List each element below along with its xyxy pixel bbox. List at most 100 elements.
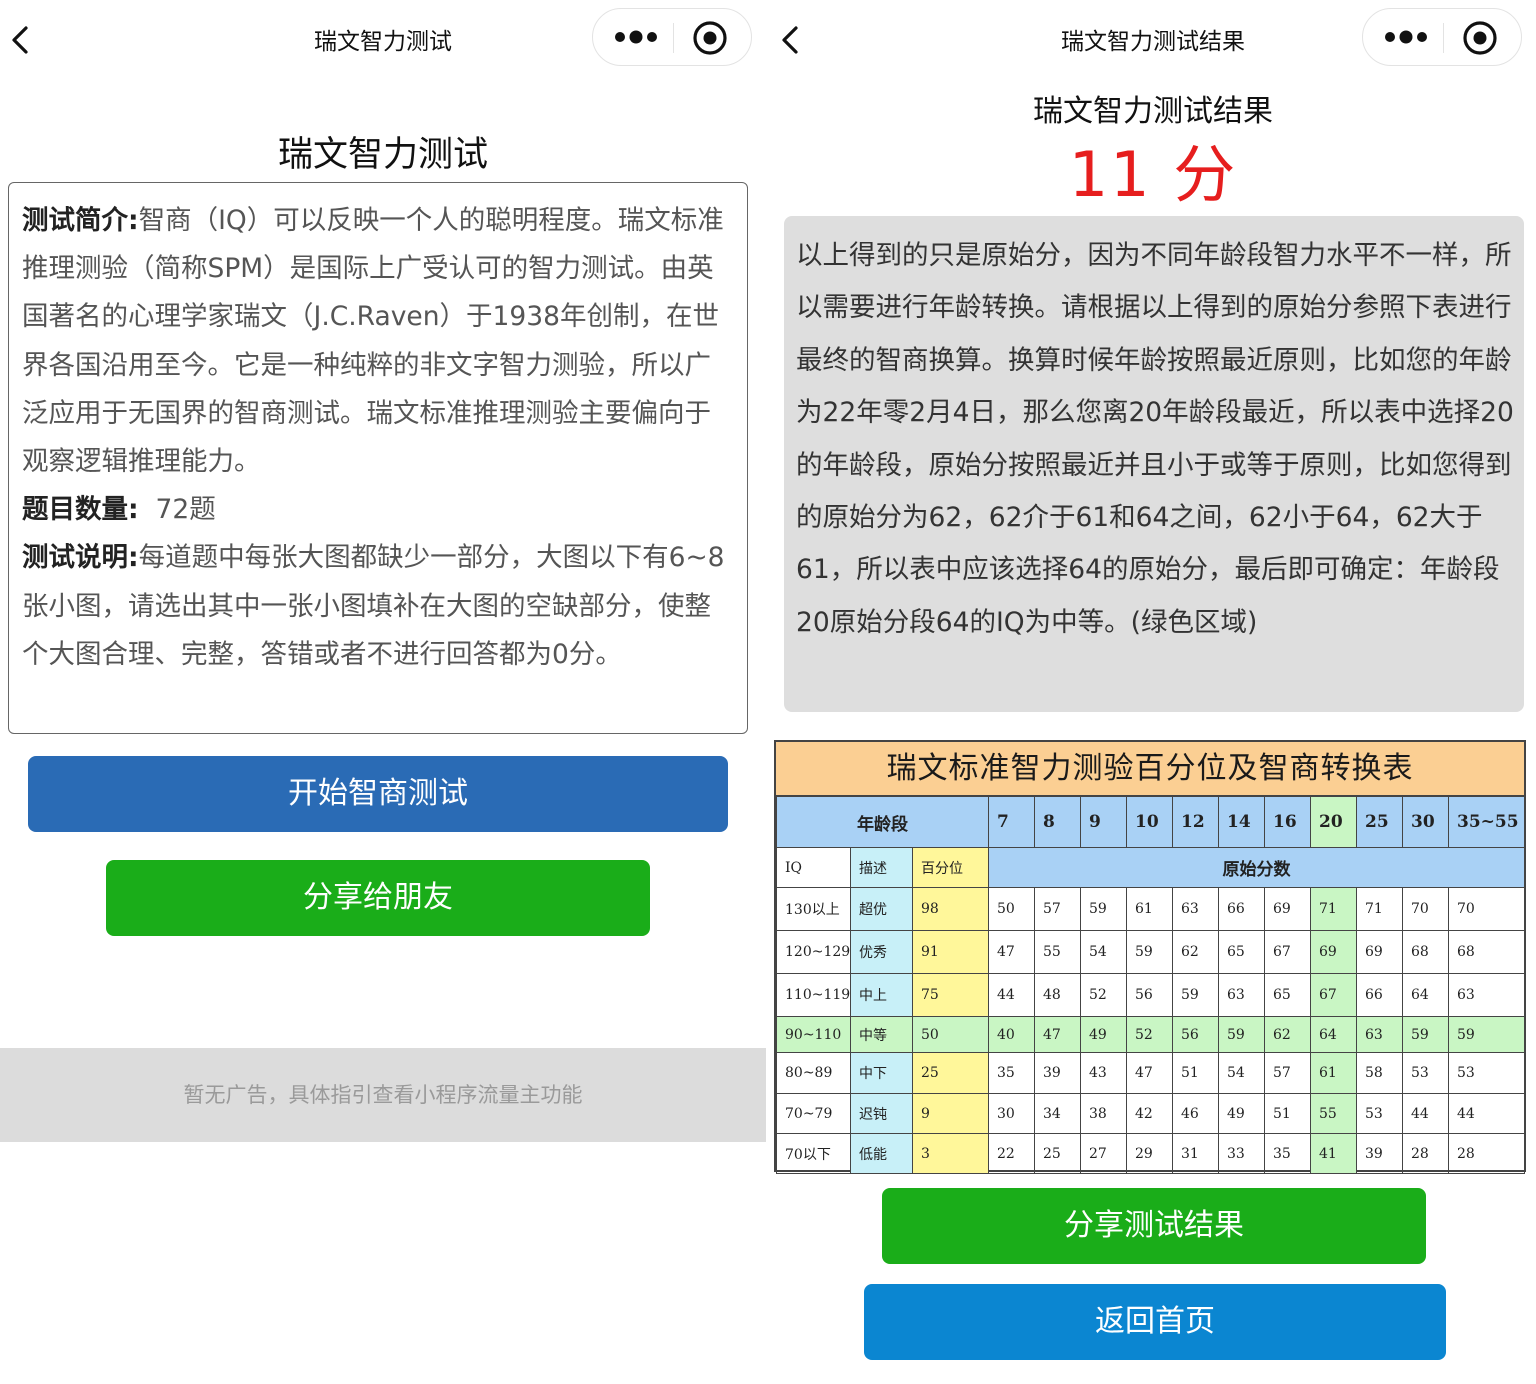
age-cell: 30 — [1402, 796, 1450, 848]
age-cell: 25 — [1356, 796, 1404, 848]
share-to-friends-button[interactable]: 分享给朋友 — [106, 860, 650, 936]
raw-score-cell: 68 — [1448, 930, 1526, 974]
raw-score-cell: 59 — [1172, 973, 1220, 1017]
raw-score-cell: 58 — [1356, 1052, 1404, 1094]
pct-col-label: 百分位 — [911, 847, 990, 888]
raw-score-cell: 69 — [1264, 887, 1312, 931]
iq-desc-cell: 超优 — [850, 887, 913, 931]
iq-range-cell: 110~119 — [776, 973, 851, 1017]
iq-col-label: IQ — [776, 847, 851, 888]
iq-range-cell: 130以上 — [776, 887, 851, 931]
iq-desc-cell: 低能 — [850, 1133, 913, 1174]
close-circle-icon[interactable] — [691, 19, 729, 57]
raw-score-cell: 64 — [1402, 973, 1450, 1017]
iq-range-cell: 120~129 — [776, 930, 851, 974]
raw-score-cell: 69 — [1310, 930, 1358, 974]
raw-score-cell: 53 — [1402, 1052, 1450, 1094]
ad-placeholder: 暂无广告，具体指引查看小程序流量主功能 — [0, 1048, 766, 1142]
raw-score-cell: 35 — [1264, 1133, 1312, 1174]
intro-box: 测试简介:智商（IQ）可以反映一个人的聪明程度。瑞文标准推理测验（简称SPM）是… — [8, 182, 748, 734]
raw-score-cell: 61 — [1310, 1052, 1358, 1094]
raw-score-cell: 59 — [1080, 887, 1128, 931]
iq-pct-cell: 75 — [911, 973, 990, 1017]
raw-score-cell: 51 — [1264, 1093, 1312, 1134]
raw-score-cell: 41 — [1310, 1133, 1358, 1174]
count-text: 72题 — [155, 494, 216, 526]
age-cell: 14 — [1218, 796, 1266, 848]
raw-score-cell: 67 — [1310, 973, 1358, 1017]
age-cell: 8 — [1034, 796, 1082, 848]
nav-bar: 瑞文智力测试 — [0, 0, 766, 76]
raw-score-cell: 47 — [988, 930, 1036, 974]
column-label-row: IQ 描述 百分位 原始分数 — [776, 847, 1526, 888]
iq-desc-cell: 迟钝 — [850, 1093, 913, 1134]
raw-score-cell: 51 — [1172, 1052, 1220, 1094]
close-circle-icon[interactable] — [1461, 19, 1499, 57]
raw-score-cell: 71 — [1310, 887, 1358, 931]
raw-score-cell: 42 — [1126, 1093, 1174, 1134]
raw-score-cell: 47 — [1126, 1052, 1174, 1094]
raw-score-cell: 39 — [1356, 1133, 1404, 1174]
nav-bar: 瑞文智力测试结果 — [770, 0, 1536, 76]
iq-table-row: 110~119 中上 75 44 48 52 56 59 63 65 67 66 64 63 — [776, 973, 1526, 1017]
raw-score-cell: 49 — [1080, 1016, 1128, 1053]
raw-score-cell: 52 — [1080, 973, 1128, 1017]
raw-score-cell: 70 — [1402, 887, 1450, 931]
raw-score-cell: 59 — [1218, 1016, 1266, 1053]
score-value: 11 分 — [1068, 138, 1238, 211]
iq-table-row: 80~89 中下 25 35 39 43 47 51 54 57 61 58 53 53 — [776, 1052, 1526, 1094]
back-home-button[interactable]: 返回首页 — [864, 1284, 1446, 1360]
more-dots-icon[interactable] — [1381, 23, 1431, 51]
raw-score-cell: 31 — [1172, 1133, 1220, 1174]
raw-score-cell: 65 — [1218, 930, 1266, 974]
raw-score-cell: 63 — [1356, 1016, 1404, 1053]
raw-score-cell: 53 — [1448, 1052, 1526, 1094]
raw-score-cell: 28 — [1402, 1133, 1450, 1174]
iq-table-row: 120~129 优秀 91 47 55 54 59 62 65 67 69 69 68 68 — [776, 930, 1526, 974]
raw-score-cell: 22 — [988, 1133, 1036, 1174]
age-cell: 10 — [1126, 796, 1174, 848]
raw-score-cell: 29 — [1126, 1133, 1174, 1174]
raw-score-cell: 63 — [1218, 973, 1266, 1017]
age-header-row: 年龄段 7 8 9 10 12 14 16 20 25 30 35~55 — [775, 796, 1526, 848]
more-dots-icon[interactable] — [611, 23, 661, 51]
raw-score-cell: 63 — [1172, 887, 1220, 931]
iq-range-cell: 70~79 — [776, 1093, 851, 1134]
raw-score-cell: 44 — [988, 973, 1036, 1017]
raw-score-cell: 54 — [1080, 930, 1128, 974]
iq-desc-cell: 中等 — [850, 1016, 913, 1053]
raw-score-cell: 46 — [1172, 1093, 1220, 1134]
raw-score-cell: 38 — [1080, 1093, 1128, 1134]
raw-score-cell: 33 — [1218, 1133, 1266, 1174]
iq-desc-cell: 中下 — [850, 1052, 913, 1094]
age-cell: 35~55 — [1448, 796, 1526, 848]
raw-score-cell: 59 — [1448, 1016, 1526, 1053]
desc-col-label: 描述 — [850, 847, 913, 888]
raw-score-cell: 62 — [1264, 1016, 1312, 1053]
iq-conversion-table: 瑞文标准智力测验百分位及智商转换表 年龄段 7 8 9 10 12 14 16 20 25 30 35… — [774, 740, 1526, 1174]
age-label: 年龄段 — [775, 796, 990, 848]
raw-score-cell: 54 — [1218, 1052, 1266, 1094]
iq-table-row: 70以下 低能 3 22 25 27 29 31 33 35 41 39 28 28 — [776, 1133, 1526, 1174]
raw-score-cell: 61 — [1126, 887, 1174, 931]
raw-score-cell: 48 — [1034, 973, 1082, 1017]
raw-score-cell: 71 — [1356, 887, 1404, 931]
raw-score-cell: 66 — [1356, 973, 1404, 1017]
age-cell: 9 — [1080, 796, 1128, 848]
raw-score-cell: 50 — [988, 887, 1036, 931]
raw-score-cell: 28 — [1448, 1133, 1526, 1174]
raw-score-cell: 65 — [1264, 973, 1312, 1017]
raw-score-cell: 52 — [1126, 1016, 1174, 1053]
intro-text: 智商（IQ）可以反映一个人的聪明程度。瑞文标准推理测验（简称SPM）是国际上广受… — [22, 205, 724, 478]
iq-table-row: 130以上 超优 98 50 57 59 61 63 66 69 71 71 70 70 — [776, 887, 1526, 931]
raw-score-cell: 44 — [1402, 1093, 1450, 1134]
start-test-button[interactable]: 开始智商测试 — [28, 756, 728, 832]
raw-score-cell: 40 — [988, 1016, 1036, 1053]
iq-table-row: 90~110 中等 50 40 47 49 52 56 59 62 64 63 59 59 — [776, 1016, 1526, 1053]
mini-program-capsule — [1362, 8, 1522, 66]
raw-score-cell: 44 — [1448, 1093, 1526, 1134]
share-result-button[interactable]: 分享测试结果 — [882, 1188, 1426, 1264]
capsule-divider — [673, 23, 674, 53]
iq-desc-cell: 中上 — [850, 973, 913, 1017]
count-label: 题目数量: — [22, 494, 139, 526]
